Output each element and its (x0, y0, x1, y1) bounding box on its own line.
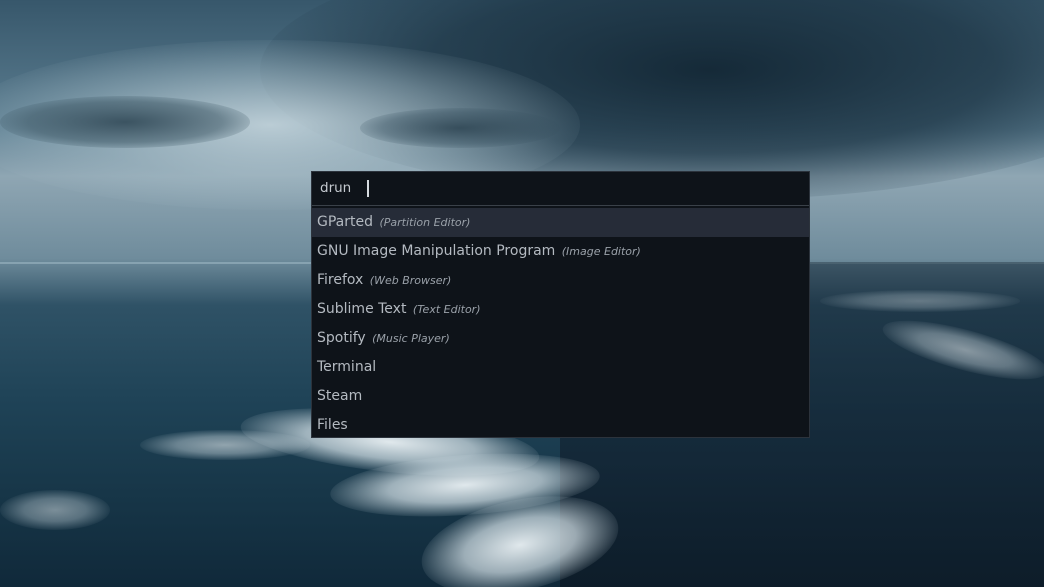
cloud (360, 108, 560, 148)
text-cursor (367, 180, 369, 197)
app-description: (Image Editor) (561, 245, 641, 258)
app-name: Terminal (317, 359, 377, 375)
app-name: Firefox (317, 272, 364, 288)
app-name: Files (317, 417, 348, 433)
app-name: Steam (317, 388, 363, 404)
result-item[interactable]: Terminal (312, 353, 809, 382)
result-item[interactable]: Files (312, 411, 809, 440)
result-item[interactable]: GParted (Partition Editor) (312, 208, 809, 237)
app-description: (Web Browser) (369, 274, 452, 287)
results-list: GParted (Partition Editor) GNU Image Mani… (312, 206, 809, 440)
app-launcher: drun GParted (Partition Editor) GNU Image… (311, 171, 810, 438)
result-item[interactable]: Firefox (Web Browser) (312, 266, 809, 295)
result-item[interactable]: Spotify (Music Player) (312, 324, 809, 353)
app-description: (Music Player) (372, 332, 450, 345)
cloud (0, 96, 250, 148)
app-description: (Partition Editor) (379, 216, 471, 229)
search-input[interactable] (368, 178, 788, 198)
wave-foam (820, 290, 1020, 312)
app-name: GNU Image Manipulation Program (317, 243, 556, 259)
wave-foam (140, 430, 310, 460)
wave-foam (0, 490, 110, 530)
app-name: GParted (317, 214, 373, 230)
result-item[interactable]: GNU Image Manipulation Program (Image Ed… (312, 237, 809, 266)
app-name: Sublime Text (317, 301, 407, 317)
mode-prompt: drun (320, 180, 352, 196)
app-description: (Text Editor) (412, 303, 481, 316)
result-item[interactable]: Steam (312, 382, 809, 411)
prompt-bar: drun (312, 172, 809, 206)
desktop-wallpaper: drun GParted (Partition Editor) GNU Image… (0, 0, 1044, 587)
result-item[interactable]: Sublime Text (Text Editor) (312, 295, 809, 324)
app-name: Spotify (317, 330, 366, 346)
